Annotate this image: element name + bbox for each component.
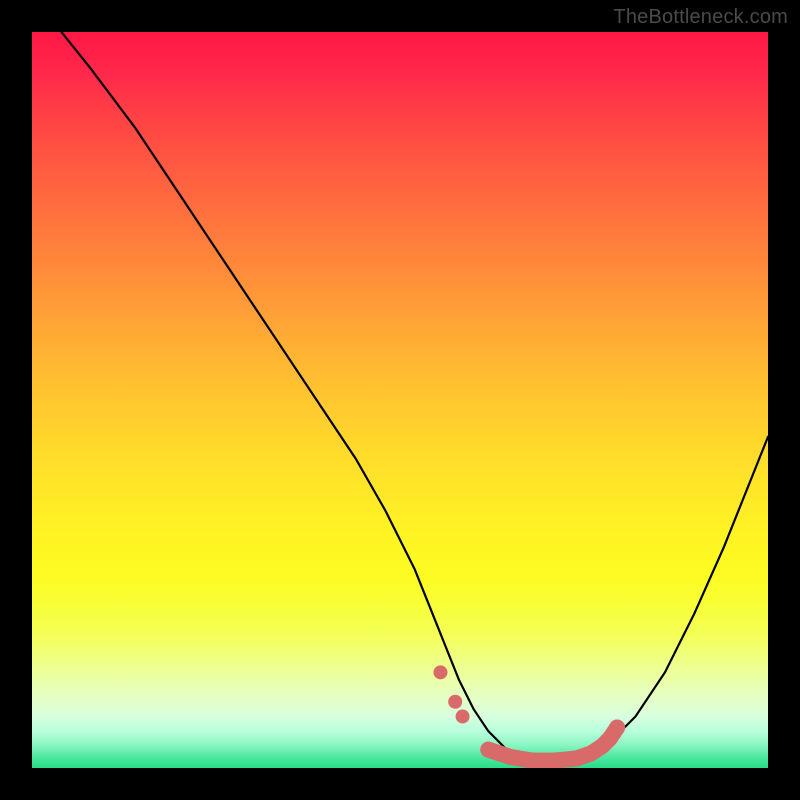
curve-svg	[32, 32, 768, 768]
plot-area	[32, 32, 768, 768]
bottleneck-curve	[61, 32, 768, 764]
chart-container: TheBottleneck.com	[0, 0, 800, 800]
marker-point	[433, 665, 447, 679]
highlight-markers	[433, 665, 625, 768]
marker-point	[569, 750, 585, 766]
marker-point	[456, 709, 470, 723]
marker-point	[547, 753, 563, 768]
marker-point	[480, 742, 496, 758]
marker-point	[524, 753, 540, 768]
marker-point	[609, 720, 625, 736]
watermark-text: TheBottleneck.com	[613, 6, 788, 29]
marker-point	[502, 749, 518, 765]
marker-point	[448, 695, 462, 709]
